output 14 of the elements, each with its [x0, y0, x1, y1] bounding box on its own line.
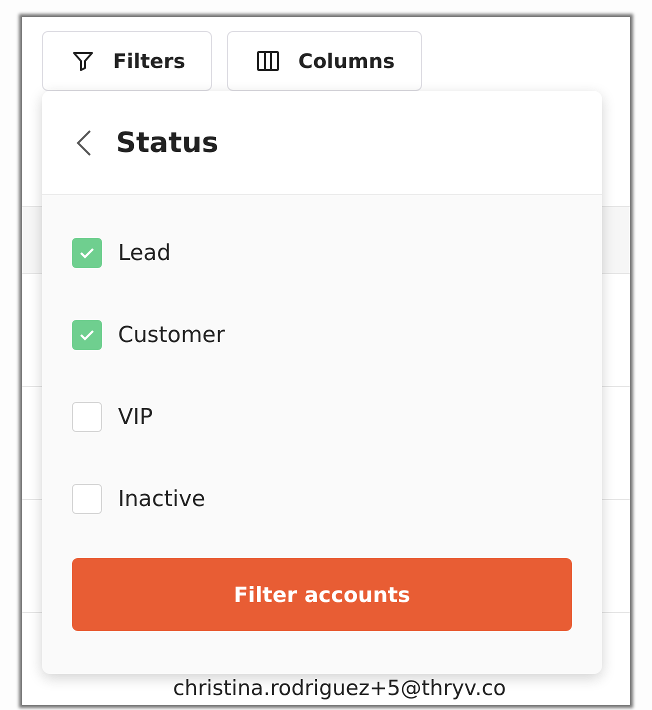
checkbox[interactable] — [72, 238, 102, 268]
filter-button[interactable]: Filters — [42, 31, 212, 91]
option-label: VIP — [118, 404, 153, 430]
option-label: Customer — [118, 322, 225, 348]
checkbox[interactable] — [72, 484, 102, 514]
email-text: christina.rodriguez+5@thryv.co — [173, 676, 506, 700]
columns-button[interactable]: Columns — [227, 31, 422, 91]
option-label: Inactive — [118, 486, 206, 512]
option-label: Lead — [118, 240, 171, 266]
checkbox[interactable] — [72, 320, 102, 350]
panel-title: Status — [116, 126, 218, 159]
filter-icon — [71, 49, 95, 73]
checkbox[interactable] — [72, 402, 102, 432]
columns-icon — [256, 49, 280, 73]
